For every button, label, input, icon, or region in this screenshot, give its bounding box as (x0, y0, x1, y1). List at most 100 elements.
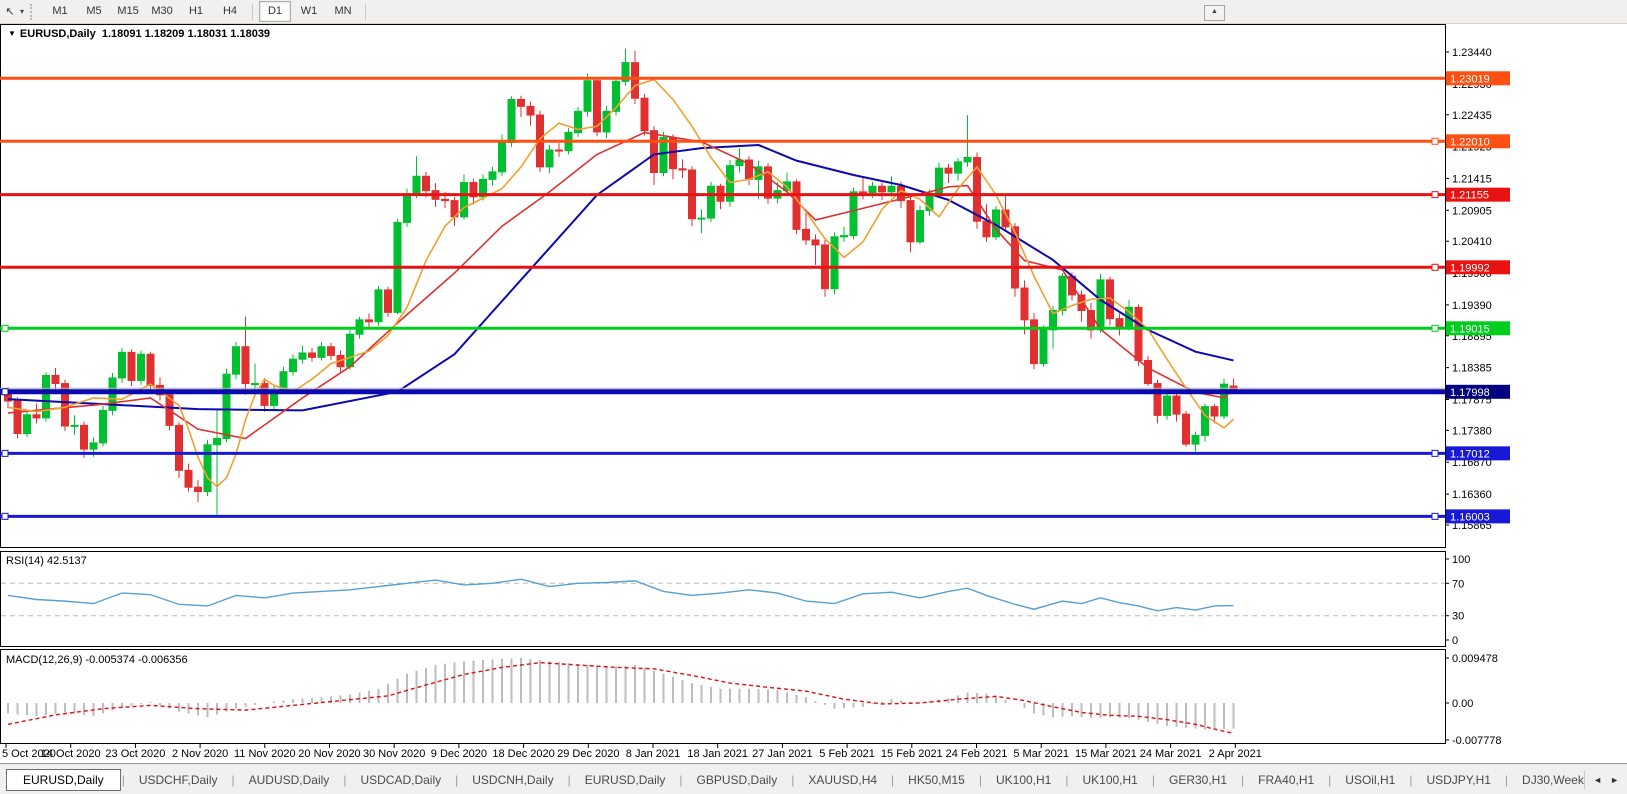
candle-body (793, 182, 800, 229)
line-anchor-handle[interactable] (1432, 325, 1438, 331)
chart-tab-fra40-h1[interactable]: FRA40,H1 (1245, 770, 1327, 790)
candle-body (964, 158, 971, 162)
candle-body (52, 375, 59, 383)
chart-tab-eurusd-daily[interactable]: EURUSD,Daily (6, 769, 121, 791)
tab-separator: | (891, 773, 894, 787)
tab-separator: | (343, 773, 346, 787)
chart-tab-usdcad-daily[interactable]: USDCAD,Daily (347, 770, 454, 790)
price-tick-label: 1.19390 (1452, 300, 1492, 312)
candle-body (841, 236, 848, 237)
date-axis-label: 15 Mar 2021 (1075, 748, 1137, 760)
tab-scroll-arrows: ◄ ► (1584, 771, 1627, 789)
line-anchor-handle[interactable] (1432, 138, 1438, 144)
candle-body (14, 401, 21, 433)
candle-body (138, 354, 145, 380)
chart-tab-uk100-h1[interactable]: UK100,H1 (983, 770, 1064, 790)
candle-body (147, 354, 154, 385)
price-tick-label: 1.23440 (1452, 47, 1492, 59)
candle-body (71, 425, 78, 426)
candle-body (214, 439, 221, 445)
candle-body (812, 240, 819, 245)
candle-body (1173, 396, 1180, 414)
tab-separator: | (1065, 773, 1068, 787)
line-anchor-handle[interactable] (2, 389, 8, 395)
line-anchor-handle[interactable] (2, 450, 8, 456)
chart-title: ▼EURUSD,Daily 1.18091 1.18209 1.18031 1.… (8, 28, 270, 40)
candle-body (24, 415, 31, 434)
date-axis-label: 2 Nov 2020 (172, 748, 228, 760)
date-axis-label: 9 Dec 2020 (431, 748, 487, 760)
tab-scroll-left-icon[interactable]: ◄ (1593, 775, 1602, 785)
chart-area: 1.234401.229301.224351.219251.214151.209… (0, 0, 1627, 763)
price-level-badge-label: 1.17012 (1450, 448, 1490, 460)
tab-separator: | (791, 773, 794, 787)
candle-body (556, 150, 563, 151)
tab-separator: | (1241, 773, 1244, 787)
candle-body (100, 410, 107, 442)
line-anchor-handle[interactable] (2, 513, 8, 519)
price-tick-label: 1.20410 (1452, 236, 1492, 248)
symbol-tab-bar: EURUSD,Daily|USDCHF,Daily|AUDUSD,Daily|U… (0, 763, 1627, 794)
candle-body (945, 168, 952, 173)
tab-separator: | (1409, 773, 1412, 787)
chart-tab-usdjpy-h1[interactable]: USDJPY,H1 (1413, 770, 1503, 790)
line-anchor-handle[interactable] (2, 325, 8, 331)
date-axis-label: 14 Oct 2020 (41, 748, 101, 760)
candle-body (860, 192, 867, 193)
candle-body (879, 186, 886, 192)
candle-body (1135, 307, 1142, 360)
date-axis-label: 24 Mar 2021 (1140, 748, 1202, 760)
chart-tab-usoil-h1[interactable]: USOil,H1 (1332, 770, 1408, 790)
candle-body (461, 182, 468, 216)
chart-tab-dj30-weekly[interactable]: DJ30,Weekly (1509, 770, 1584, 790)
price-level-badge-label: 1.22010 (1450, 136, 1490, 148)
candle-body (423, 176, 430, 190)
candle-body (803, 229, 810, 240)
tab-scroll-right-icon[interactable]: ► (1610, 775, 1619, 785)
candle-body (90, 443, 97, 449)
line-anchor-handle[interactable] (1432, 450, 1438, 456)
candle-body (299, 353, 306, 359)
candle-body (489, 172, 496, 179)
tab-separator: | (979, 773, 982, 787)
tab-separator: | (1328, 773, 1331, 787)
date-axis-label: 23 Oct 2020 (105, 748, 165, 760)
tab-strip: EURUSD,Daily|USDCHF,Daily|AUDUSD,Daily|U… (0, 764, 1584, 794)
chart-tab-gbpusd-daily[interactable]: GBPUSD,Daily (684, 770, 791, 790)
candle-body (375, 290, 382, 322)
candle-body (546, 150, 553, 167)
candle-body (195, 487, 202, 491)
chart-tab-uk100-h1[interactable]: UK100,H1 (1069, 770, 1150, 790)
rsi-tick-label: 100 (1452, 554, 1470, 566)
collapse-triangle-icon[interactable]: ▼ (8, 29, 16, 38)
price-level-badge-label: 1.17998 (1450, 387, 1490, 399)
chart-tab-usdchf-daily[interactable]: USDCHF,Daily (126, 770, 231, 790)
macd-tick-label: 0.00 (1452, 698, 1473, 710)
candle-body (33, 415, 40, 418)
line-anchor-handle[interactable] (1432, 192, 1438, 198)
line-anchor-handle[interactable] (1432, 513, 1438, 519)
price-level-badge-label: 1.23019 (1450, 73, 1490, 85)
price-level-badge-label: 1.19015 (1450, 323, 1490, 335)
chart-tab-xauusd-h4[interactable]: XAUUSD,H4 (795, 770, 890, 790)
candle-body (1021, 288, 1028, 320)
date-axis-label: 18 Dec 2020 (492, 748, 554, 760)
candle-body (290, 359, 297, 371)
candle-body (318, 347, 325, 358)
candle-body (261, 384, 268, 406)
chart-tab-usdcnh-daily[interactable]: USDCNH,Daily (459, 770, 566, 790)
candle-body (1040, 330, 1047, 364)
chart-tab-ger30-h1[interactable]: GER30,H1 (1156, 770, 1240, 790)
candle-body (119, 352, 126, 378)
chart-tab-hk50-m15[interactable]: HK50,M15 (895, 770, 978, 790)
candle-body (1221, 384, 1228, 416)
line-anchor-handle[interactable] (1432, 264, 1438, 270)
chart-tab-eurusd-daily[interactable]: EURUSD,Daily (572, 770, 679, 790)
chart-tab-audusd-daily[interactable]: AUDUSD,Daily (236, 770, 343, 790)
candle-body (309, 353, 316, 357)
tab-separator: | (1152, 773, 1155, 787)
candle-body (917, 211, 924, 242)
candle-body (584, 81, 591, 112)
rsi-tick-label: 0 (1452, 635, 1458, 647)
candle-body (233, 347, 240, 374)
